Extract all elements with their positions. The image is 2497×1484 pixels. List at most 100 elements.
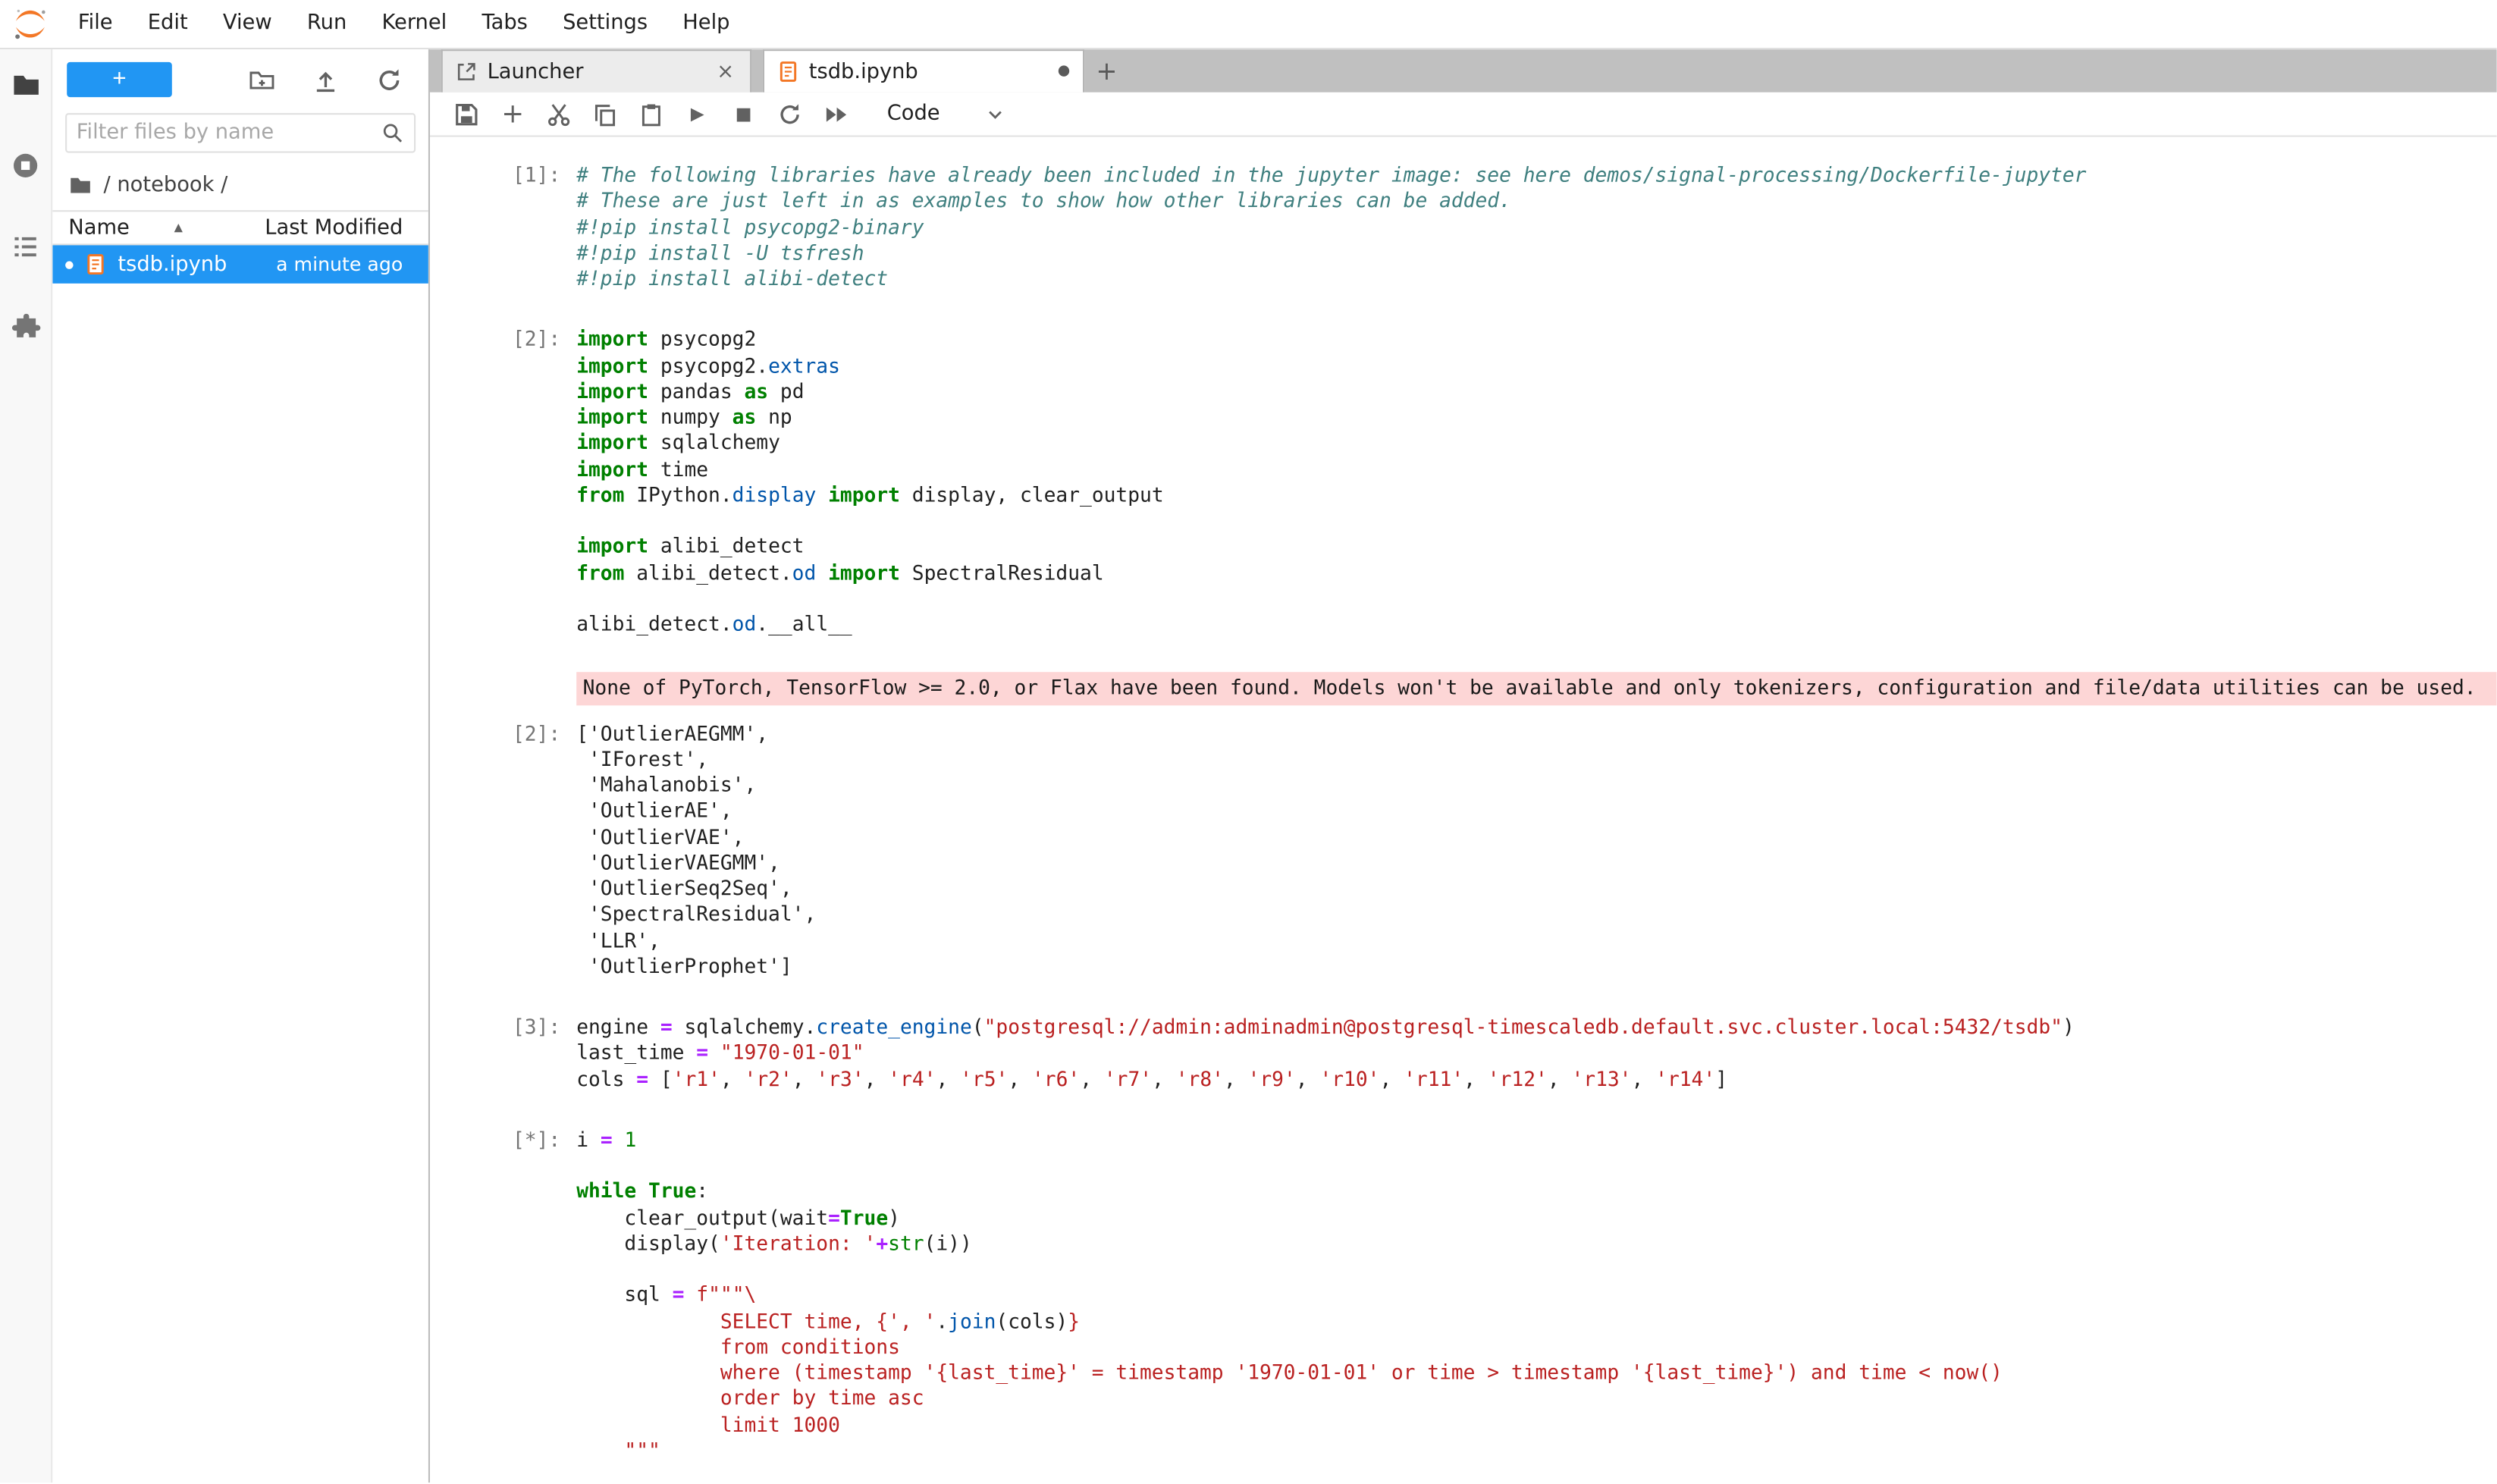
tab-launcher[interactable]: Launcher ×: [441, 49, 752, 93]
close-icon[interactable]: ×: [714, 60, 737, 83]
code-line[interactable]: order by time asc: [576, 1386, 2497, 1412]
code-line[interactable]: import numpy as np: [576, 404, 2497, 430]
column-last-modified[interactable]: Last Modified: [265, 216, 403, 240]
output-area: ['OutlierAEGMM', 'IForest', 'Mahalanobis…: [576, 720, 2497, 979]
restart-run-all-button[interactable]: [822, 98, 851, 130]
code-line[interactable]: from IPython.display import display, cle…: [576, 482, 2497, 508]
code-line[interactable]: import pandas as pd: [576, 378, 2497, 404]
code-line[interactable]: from alibi_detect.od import SpectralResi…: [576, 560, 2497, 585]
code-line[interactable]: #!pip install -U tsfresh: [576, 240, 2497, 266]
menu-run[interactable]: Run: [290, 0, 365, 48]
code-line[interactable]: [576, 1257, 2497, 1282]
file-filter-input[interactable]: [77, 121, 381, 146]
refresh-button[interactable]: [374, 65, 403, 94]
folder-icon: [11, 69, 41, 99]
code-cell: [2]:import psycopg2import psycopg2.extra…: [430, 327, 2497, 637]
code-line[interactable]: cols = ['r1', 'r2', 'r3', 'r4', 'r5', 'r…: [576, 1066, 2497, 1092]
menu-edit[interactable]: Edit: [130, 0, 205, 48]
breadcrumb[interactable]: / notebook /: [52, 165, 428, 210]
code-line[interactable]: display('Iteration: '+str(i)): [576, 1231, 2497, 1257]
insert-cell-button[interactable]: +: [498, 98, 527, 130]
restart-kernel-button[interactable]: [776, 98, 805, 130]
sidebar-tab-table-of-contents[interactable]: [10, 231, 42, 263]
code-line[interactable]: i = 1: [576, 1127, 2497, 1153]
code-line[interactable]: #!pip install alibi-detect: [576, 266, 2497, 292]
code-line[interactable]: clear_output(wait=True): [576, 1205, 2497, 1231]
save-button[interactable]: [452, 98, 481, 130]
code-line[interactable]: import alibi_detect: [576, 534, 2497, 560]
code-line[interactable]: #!pip install psycopg2-binary: [576, 214, 2497, 240]
output-prompt: [2]:: [430, 720, 576, 979]
chevron-down-icon: [984, 102, 1006, 124]
code-line[interactable]: """: [576, 1438, 2497, 1464]
column-name[interactable]: Name: [68, 216, 130, 240]
cell-list: [1]:# The following libraries have alrea…: [430, 162, 2497, 1482]
code-line[interactable]: # These are just left in as examples to …: [576, 188, 2497, 214]
sidebar-tab-running-kernels[interactable]: [10, 149, 42, 181]
code-line[interactable]: SELECT time, {', '.join(cols)}: [576, 1308, 2497, 1334]
file-row-tsdb-ipynb[interactable]: tsdb.ipynb a minute ago: [52, 245, 428, 283]
cut-cells-button[interactable]: [544, 98, 573, 130]
code-line[interactable]: import sqlalchemy: [576, 431, 2497, 456]
interrupt-kernel-button[interactable]: ■: [729, 98, 758, 130]
file-filter-box: [65, 113, 416, 153]
code-editor[interactable]: import psycopg2import psycopg2.extrasimp…: [576, 327, 2497, 637]
menu-file[interactable]: File: [61, 0, 130, 48]
code-editor[interactable]: # The following libraries have already b…: [576, 162, 2497, 292]
tab-tsdb-notebook[interactable]: tsdb.ipynb ●: [763, 49, 1084, 93]
file-browser-actions: [247, 65, 403, 94]
code-line[interactable]: [576, 1153, 2497, 1178]
output-prompt: [430, 673, 576, 705]
code-line[interactable]: sql = f"""\: [576, 1282, 2497, 1308]
tab-label: tsdb.ipynb: [809, 60, 1048, 83]
run-cell-button[interactable]: ▶: [683, 98, 712, 130]
running-kernels-icon: [11, 151, 40, 180]
menu-bar: FileEditViewRunKernelTabsSettingsHelp: [0, 0, 2497, 49]
code-line[interactable]: [576, 508, 2497, 534]
new-launcher-button[interactable]: +: [67, 62, 172, 97]
code-line[interactable]: [576, 585, 2497, 611]
notebook-icon: [84, 253, 106, 275]
notebook-panel[interactable]: [1]:# The following libraries have alrea…: [430, 137, 2497, 1482]
file-modified: a minute ago: [276, 253, 403, 275]
code-line[interactable]: where (timestamp '{last_time}' = timesta…: [576, 1360, 2497, 1385]
copy-icon: [592, 101, 618, 127]
file-browser-panel: +: [52, 49, 430, 1482]
paste-cells-button[interactable]: [637, 98, 666, 130]
menu-settings[interactable]: Settings: [545, 0, 665, 48]
upload-button[interactable]: [310, 65, 339, 94]
code-line[interactable]: limit 1000: [576, 1412, 2497, 1438]
new-tab-button[interactable]: +: [1084, 49, 1129, 93]
new-folder-button[interactable]: [247, 65, 276, 94]
menu-help[interactable]: Help: [665, 0, 747, 48]
code-editor[interactable]: i = 1 while True: clear_output(wait=True)…: [576, 1127, 2497, 1482]
code-line[interactable]: while True:: [576, 1179, 2497, 1205]
paste-icon: [638, 101, 664, 127]
dock-panel: Launcher × tsdb.ipynb ● + +: [430, 49, 2497, 1482]
cell-type-dropdown[interactable]: Code: [887, 102, 1007, 126]
menu-tabs[interactable]: Tabs: [464, 0, 545, 48]
code-line[interactable]: import psycopg2.extras: [576, 353, 2497, 378]
code-editor[interactable]: engine = sqlalchemy.create_engine("postg…: [576, 1015, 2497, 1092]
search-icon: [381, 121, 405, 146]
code-line[interactable]: [576, 1464, 2497, 1482]
file-list-header: Name ▲ Last Modified: [52, 210, 428, 245]
jupyterlab-window: FileEditViewRunKernelTabsSettingsHelp +: [0, 0, 2497, 1484]
unsaved-changes-icon: ●: [1058, 64, 1071, 80]
code-line[interactable]: alibi_detect.od.__all__: [576, 611, 2497, 637]
code-line[interactable]: import psycopg2: [576, 327, 2497, 353]
restart-icon: [777, 101, 803, 127]
code-line[interactable]: import time: [576, 456, 2497, 482]
copy-cells-button[interactable]: [591, 98, 620, 130]
tab-bar: Launcher × tsdb.ipynb ● +: [430, 49, 2497, 93]
code-line[interactable]: from conditions: [576, 1334, 2497, 1360]
sidebar-tab-file-browser[interactable]: [10, 68, 42, 100]
code-line[interactable]: engine = sqlalchemy.create_engine("postg…: [576, 1015, 2497, 1040]
menu-view[interactable]: View: [205, 0, 290, 48]
code-line[interactable]: last_time = "1970-01-01": [576, 1040, 2497, 1066]
code-cell: [1]:# The following libraries have alrea…: [430, 162, 2497, 292]
code-line[interactable]: # The following libraries have already b…: [576, 162, 2497, 188]
code-cell: [*]:i = 1while True: clear_output(wait=T…: [430, 1127, 2497, 1482]
menu-kernel[interactable]: Kernel: [364, 0, 464, 48]
sidebar-tab-extensions[interactable]: [10, 312, 42, 344]
